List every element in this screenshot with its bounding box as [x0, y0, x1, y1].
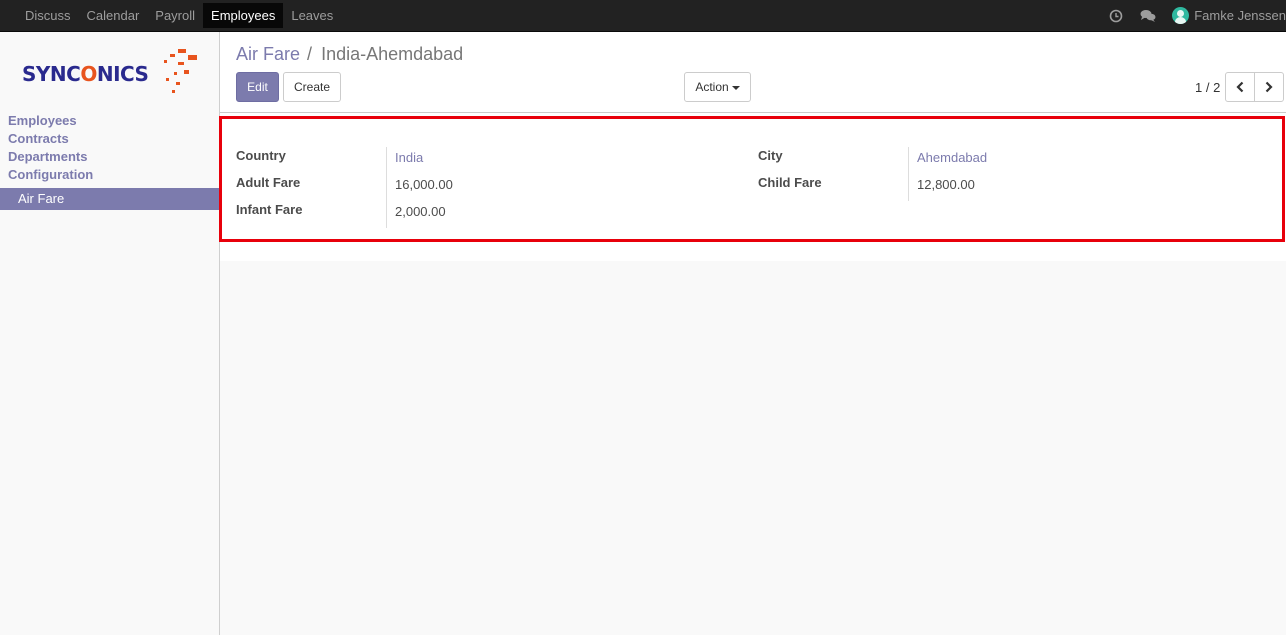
control-panel: Air Fare / India-Ahemdabad Edit Create A…	[220, 32, 1286, 113]
clock-icon[interactable]	[1109, 9, 1123, 23]
action-label: Action	[695, 80, 729, 94]
child-fare-label: Child Fare	[758, 175, 822, 190]
breadcrumb-parent[interactable]: Air Fare	[236, 44, 300, 64]
sidebar-item-air-fare[interactable]: Air Fare	[0, 188, 219, 210]
menu-discuss[interactable]: Discuss	[17, 0, 79, 31]
breadcrumb-current: India-Ahemdabad	[321, 44, 464, 64]
chevron-left-icon	[1236, 81, 1244, 93]
sidebar-nav: Employees Contracts Departments Configur…	[0, 112, 219, 210]
user-name: Famke Jenssen	[1194, 8, 1286, 23]
chevron-right-icon	[1265, 81, 1273, 93]
adult-fare-label: Adult Fare	[236, 175, 301, 190]
sidebar-section-employees[interactable]: Employees	[0, 112, 219, 130]
pager-value: 1 / 2	[1195, 80, 1221, 95]
child-fare-field: 12,800.00	[917, 177, 975, 192]
user-menu[interactable]: Famke Jenssen	[1172, 7, 1286, 24]
systray: Famke Jenssen	[1109, 0, 1286, 31]
infant-fare-label: Infant Fare	[236, 202, 303, 217]
menu-calendar[interactable]: Calendar	[79, 0, 148, 31]
infant-fare-field: 2,000.00	[395, 204, 446, 219]
user-avatar-icon	[1172, 7, 1190, 24]
left-group-divider	[386, 147, 387, 228]
app-menu: Discuss Calendar Payroll Employees Leave…	[17, 0, 341, 31]
top-navbar: Discuss Calendar Payroll Employees Leave…	[0, 0, 1286, 32]
logo-mark-icon	[164, 49, 197, 93]
create-button[interactable]: Create	[283, 72, 341, 102]
sidebar-section-contracts[interactable]: Contracts	[0, 130, 219, 148]
breadcrumb-separator: /	[307, 44, 313, 64]
company-logo[interactable]: SYNCONICS	[20, 46, 205, 98]
adult-fare-field: 16,000.00	[395, 177, 453, 192]
caret-down-icon	[731, 85, 740, 90]
pager-next-button[interactable]	[1254, 72, 1284, 102]
sidebar: SYNCONICS Employees Contracts Department…	[0, 32, 220, 635]
city-field[interactable]: Ahemdabad	[917, 150, 987, 165]
edit-button[interactable]: Edit	[236, 72, 279, 102]
country-label: Country	[236, 148, 286, 163]
city-label: City	[758, 148, 783, 163]
chat-icon[interactable]	[1140, 9, 1156, 23]
right-group-divider	[908, 147, 909, 201]
menu-employees[interactable]: Employees	[203, 3, 284, 28]
country-field[interactable]: India	[395, 150, 423, 165]
sidebar-section-configuration[interactable]: Configuration	[0, 166, 219, 184]
highlight-box	[219, 116, 1285, 242]
pager-previous-button[interactable]	[1225, 72, 1255, 102]
sidebar-section-departments[interactable]: Departments	[0, 148, 219, 166]
action-dropdown-button[interactable]: Action	[684, 72, 751, 102]
menu-payroll[interactable]: Payroll	[147, 0, 203, 31]
menu-leaves[interactable]: Leaves	[283, 0, 341, 31]
breadcrumb: Air Fare / India-Ahemdabad	[236, 44, 463, 65]
logo-text: SYNCONICS	[22, 62, 149, 86]
